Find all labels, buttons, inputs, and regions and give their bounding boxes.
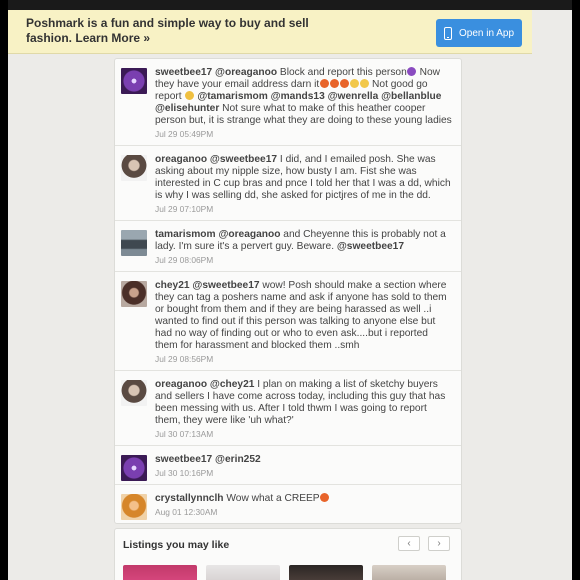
listing-thumbnail[interactable] bbox=[206, 565, 280, 580]
comment-mention[interactable]: @oreaganoo bbox=[215, 67, 277, 78]
comment: chey21 @sweetbee17 wow! Posh should make… bbox=[115, 271, 461, 370]
listings-title: Listings you may like bbox=[123, 539, 230, 551]
comment-timestamp: Jul 30 07:13AM bbox=[155, 429, 214, 439]
top-nav-strip bbox=[8, 0, 572, 10]
avatar[interactable] bbox=[121, 155, 147, 181]
comment: tamarismom @oreaganoo and Cheyenne this … bbox=[115, 220, 461, 271]
comment-mention[interactable]: @oreaganoo bbox=[218, 229, 280, 240]
right-black-border bbox=[572, 0, 580, 580]
comment: oreaganoo @sweetbee17 I did, and I email… bbox=[115, 145, 461, 220]
prev-listings-button[interactable]: ‹ bbox=[398, 536, 420, 551]
next-listings-button[interactable]: › bbox=[428, 536, 450, 551]
page: Poshmark is a fun and simple way to buy … bbox=[0, 0, 580, 580]
comment-mention-end[interactable]: @sweetbee17 bbox=[337, 241, 404, 252]
devil-emoji-icon bbox=[407, 67, 417, 76]
listing-thumbnail[interactable] bbox=[123, 565, 197, 580]
comment-text: tamarismom @oreaganoo and Cheyenne this … bbox=[155, 229, 453, 253]
avatar[interactable] bbox=[121, 494, 147, 520]
listing-thumbnail[interactable] bbox=[289, 565, 363, 580]
comments-feed: sweetbee17 @oreaganoo Block and report t… bbox=[114, 58, 462, 524]
angry-emoji-icon bbox=[339, 79, 349, 88]
open-in-app-button[interactable]: Open in App bbox=[436, 19, 522, 47]
comment-timestamp: Jul 29 05:49PM bbox=[155, 129, 214, 139]
left-black-border bbox=[0, 0, 8, 580]
listing-thumbnails bbox=[123, 565, 446, 580]
banner-text: Poshmark is a fun and simple way to buy … bbox=[26, 16, 309, 45]
listing-thumbnail[interactable] bbox=[372, 565, 446, 580]
comment: sweetbee17 @oreaganoo Block and report t… bbox=[115, 59, 461, 145]
comment: oreaganoo @chey21 I plan on making a lis… bbox=[115, 370, 461, 445]
comment-username[interactable]: sweetbee17 bbox=[155, 454, 212, 465]
comment-timestamp: Jul 29 08:06PM bbox=[155, 255, 214, 265]
comment-username[interactable]: oreaganoo bbox=[155, 154, 207, 165]
comment-text: oreaganoo @sweetbee17 I did, and I email… bbox=[155, 154, 453, 202]
listings-you-may-like: Listings you may like ‹ › bbox=[114, 528, 462, 580]
comment-mention[interactable]: @erin252 bbox=[215, 454, 261, 465]
avatar[interactable] bbox=[121, 455, 147, 481]
angry-emoji-icon bbox=[320, 493, 330, 502]
angry-emoji-icon bbox=[319, 79, 329, 88]
banner-message: Poshmark is a fun and simple way to buy … bbox=[26, 16, 326, 46]
app-promo-banner: Poshmark is a fun and simple way to buy … bbox=[8, 10, 532, 54]
scream-emoji-icon bbox=[184, 91, 194, 100]
comment-timestamp: Jul 30 10:16PM bbox=[155, 468, 214, 478]
comment-mention[interactable]: @chey21 bbox=[210, 379, 255, 390]
comment-timestamp: Jul 29 08:56PM bbox=[155, 354, 214, 364]
avatar[interactable] bbox=[121, 380, 147, 406]
comment-mention[interactable]: @sweetbee17 bbox=[192, 280, 259, 291]
comment-username[interactable]: crystallynnclh bbox=[155, 493, 224, 504]
comment-text: oreaganoo @chey21 I plan on making a lis… bbox=[155, 379, 453, 427]
comment-timestamp: Aug 01 12:30AM bbox=[155, 507, 218, 517]
avatar[interactable] bbox=[121, 281, 147, 307]
comment-text: chey21 @sweetbee17 wow! Posh should make… bbox=[155, 280, 453, 352]
comment-username[interactable]: chey21 bbox=[155, 280, 190, 291]
comment-username[interactable]: oreaganoo bbox=[155, 379, 207, 390]
comment: crystallynnclh Wow what a CREEP Aug 01 1… bbox=[115, 484, 461, 523]
comment-body: Wow what a CREEP bbox=[226, 493, 320, 504]
comment-username[interactable]: sweetbee17 bbox=[155, 67, 212, 78]
comment-username[interactable]: tamarismom bbox=[155, 229, 216, 240]
comment: sweetbee17 @erin252 Jul 30 10:16PM bbox=[115, 445, 461, 484]
comment-text: sweetbee17 @erin252 bbox=[155, 454, 453, 466]
learn-more-link[interactable]: Learn More » bbox=[75, 31, 150, 45]
avatar[interactable] bbox=[121, 68, 147, 94]
comment-text: sweetbee17 @oreaganoo Block and report t… bbox=[155, 67, 453, 127]
comment-timestamp: Jul 29 07:10PM bbox=[155, 204, 214, 214]
sweat-emoji-icon bbox=[349, 79, 359, 88]
open-in-app-label: Open in App bbox=[459, 27, 515, 39]
angry-emoji-icon bbox=[329, 79, 339, 88]
phone-icon bbox=[444, 26, 452, 40]
avatar[interactable] bbox=[121, 230, 147, 256]
comment-text: crystallynnclh Wow what a CREEP bbox=[155, 493, 453, 505]
comment-mention[interactable]: @sweetbee17 bbox=[210, 154, 277, 165]
comment-body: Block and report this person bbox=[279, 67, 407, 78]
sweat-emoji-icon bbox=[359, 79, 369, 88]
